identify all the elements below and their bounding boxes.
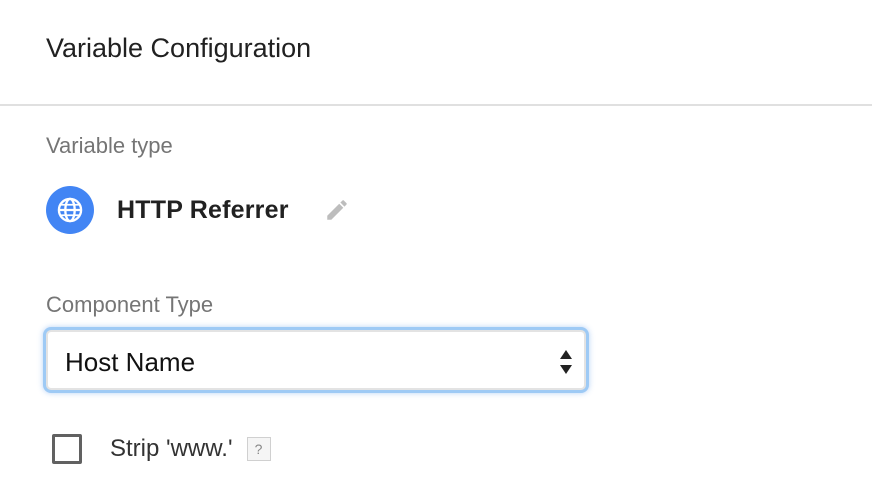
variable-type-row[interactable]: HTTP Referrer [46,186,351,234]
panel-title: Variable Configuration [46,33,312,63]
globe-icon[interactable] [46,186,94,234]
help-icon[interactable]: ? [246,437,271,461]
select-arrows-icon [560,350,572,374]
pencil-icon[interactable] [323,196,351,224]
component-type-label: Component Type [46,292,214,317]
component-type-selected-value: Host Name [65,347,196,377]
strip-www-row: Strip 'www.' ? [52,431,271,467]
strip-www-checkbox[interactable] [52,434,82,464]
variable-configuration-panel: Variable Configuration Variable type HTT… [0,0,872,494]
variable-type-label: Variable type [46,133,173,158]
strip-www-label[interactable]: Strip 'www.' [110,435,233,463]
variable-type-name[interactable]: HTTP Referrer [117,196,289,225]
panel-header: Variable Configuration [0,0,872,106]
component-type-select[interactable]: Host Name [46,330,586,390]
